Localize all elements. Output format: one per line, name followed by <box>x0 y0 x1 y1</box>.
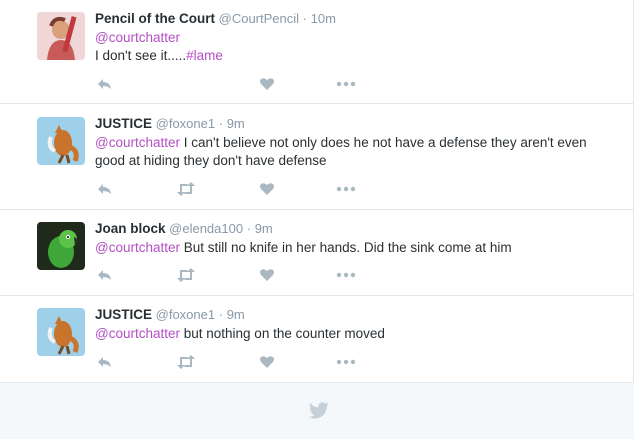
retweet-icon[interactable] <box>176 266 196 284</box>
avatar[interactable] <box>37 12 85 60</box>
more-dots-icon[interactable] <box>336 75 356 93</box>
user-handle[interactable]: @CourtPencil <box>219 11 299 26</box>
tweet-header: Pencil of the Court @CourtPencil · 10m <box>95 11 614 27</box>
tweet-item[interactable]: JUSTICE @foxone1 · 9m @courtchatter I ca… <box>0 104 634 210</box>
mention-link[interactable]: @courtchatter <box>95 240 180 255</box>
tweet-header: JUSTICE @foxone1 · 9m <box>95 116 614 132</box>
heart-icon[interactable] <box>257 75 277 93</box>
timestamp[interactable]: 9m <box>227 307 245 322</box>
retweet-icon[interactable] <box>176 353 196 371</box>
mention-link[interactable]: @courtchatter <box>95 30 180 45</box>
display-name[interactable]: Pencil of the Court <box>95 11 215 26</box>
more-dots-icon[interactable] <box>336 180 356 198</box>
separator: · <box>218 307 224 322</box>
tweet-text: @courtchatter But still no knife in her … <box>95 239 614 257</box>
separator: · <box>302 11 308 26</box>
display-name[interactable]: JUSTICE <box>95 307 152 322</box>
tweet-item[interactable]: Joan block @elenda100 · 9m @courtchatter… <box>0 210 634 296</box>
separator: · <box>246 221 252 236</box>
timestamp[interactable]: 9m <box>227 116 245 131</box>
reply-icon[interactable] <box>95 75 115 93</box>
pencil-court-avatar-image <box>37 12 85 60</box>
tweet-stream: Pencil of the Court @CourtPencil · 10m @… <box>0 0 634 439</box>
tweet-body: Joan block @elenda100 · 9m @courtchatter… <box>95 221 614 257</box>
heart-icon[interactable] <box>257 353 277 371</box>
user-handle[interactable]: @elenda100 <box>169 221 243 236</box>
mention-link[interactable]: @courtchatter <box>95 326 180 341</box>
display-name[interactable]: JUSTICE <box>95 116 152 131</box>
tweet-text: @courtchatter I don't see it.....#lame <box>95 29 614 65</box>
reply-icon[interactable] <box>95 266 115 284</box>
avatar[interactable] <box>37 117 85 165</box>
twitter-bird-icon <box>308 402 329 424</box>
parrot-avatar-image <box>37 222 85 270</box>
avatar[interactable] <box>37 222 85 270</box>
display-name[interactable]: Joan block <box>95 221 166 236</box>
more-dots-icon[interactable] <box>336 266 356 284</box>
tweet-body: JUSTICE @foxone1 · 9m @courtchatter I ca… <box>95 116 614 170</box>
timestamp[interactable]: 9m <box>255 221 273 236</box>
tweet-item[interactable]: JUSTICE @foxone1 · 9m @courtchatter but … <box>0 296 634 383</box>
reply-icon[interactable] <box>95 353 115 371</box>
tweet-item[interactable]: Pencil of the Court @CourtPencil · 10m @… <box>0 0 634 104</box>
tweet-text-content: I don't see it..... <box>95 48 187 63</box>
hashtag-link[interactable]: #lame <box>186 48 223 63</box>
retweet-icon[interactable] <box>176 180 196 198</box>
heart-icon[interactable] <box>257 180 277 198</box>
mention-link[interactable]: @courtchatter <box>95 135 180 150</box>
fox-avatar-image <box>37 308 85 356</box>
stream-footer <box>0 383 634 439</box>
tweet-header: Joan block @elenda100 · 9m <box>95 221 614 237</box>
user-handle[interactable]: @foxone1 <box>156 116 215 131</box>
tweet-body: JUSTICE @foxone1 · 9m @courtchatter but … <box>95 307 614 343</box>
separator: · <box>218 116 224 131</box>
avatar[interactable] <box>37 308 85 356</box>
tweet-text: @courtchatter but nothing on the counter… <box>95 325 614 343</box>
fox-avatar-image <box>37 117 85 165</box>
tweet-text-content: but nothing on the counter moved <box>180 326 385 341</box>
more-dots-icon[interactable] <box>336 353 356 371</box>
user-handle[interactable]: @foxone1 <box>156 307 215 322</box>
timestamp[interactable]: 10m <box>311 11 336 26</box>
tweet-body: Pencil of the Court @CourtPencil · 10m @… <box>95 11 614 65</box>
tweet-text: @courtchatter I can't believe not only d… <box>95 134 614 170</box>
reply-icon[interactable] <box>95 180 115 198</box>
tweet-text-content: But still no knife in her hands. Did the… <box>180 240 512 255</box>
tweet-header: JUSTICE @foxone1 · 9m <box>95 307 614 323</box>
heart-icon[interactable] <box>257 266 277 284</box>
